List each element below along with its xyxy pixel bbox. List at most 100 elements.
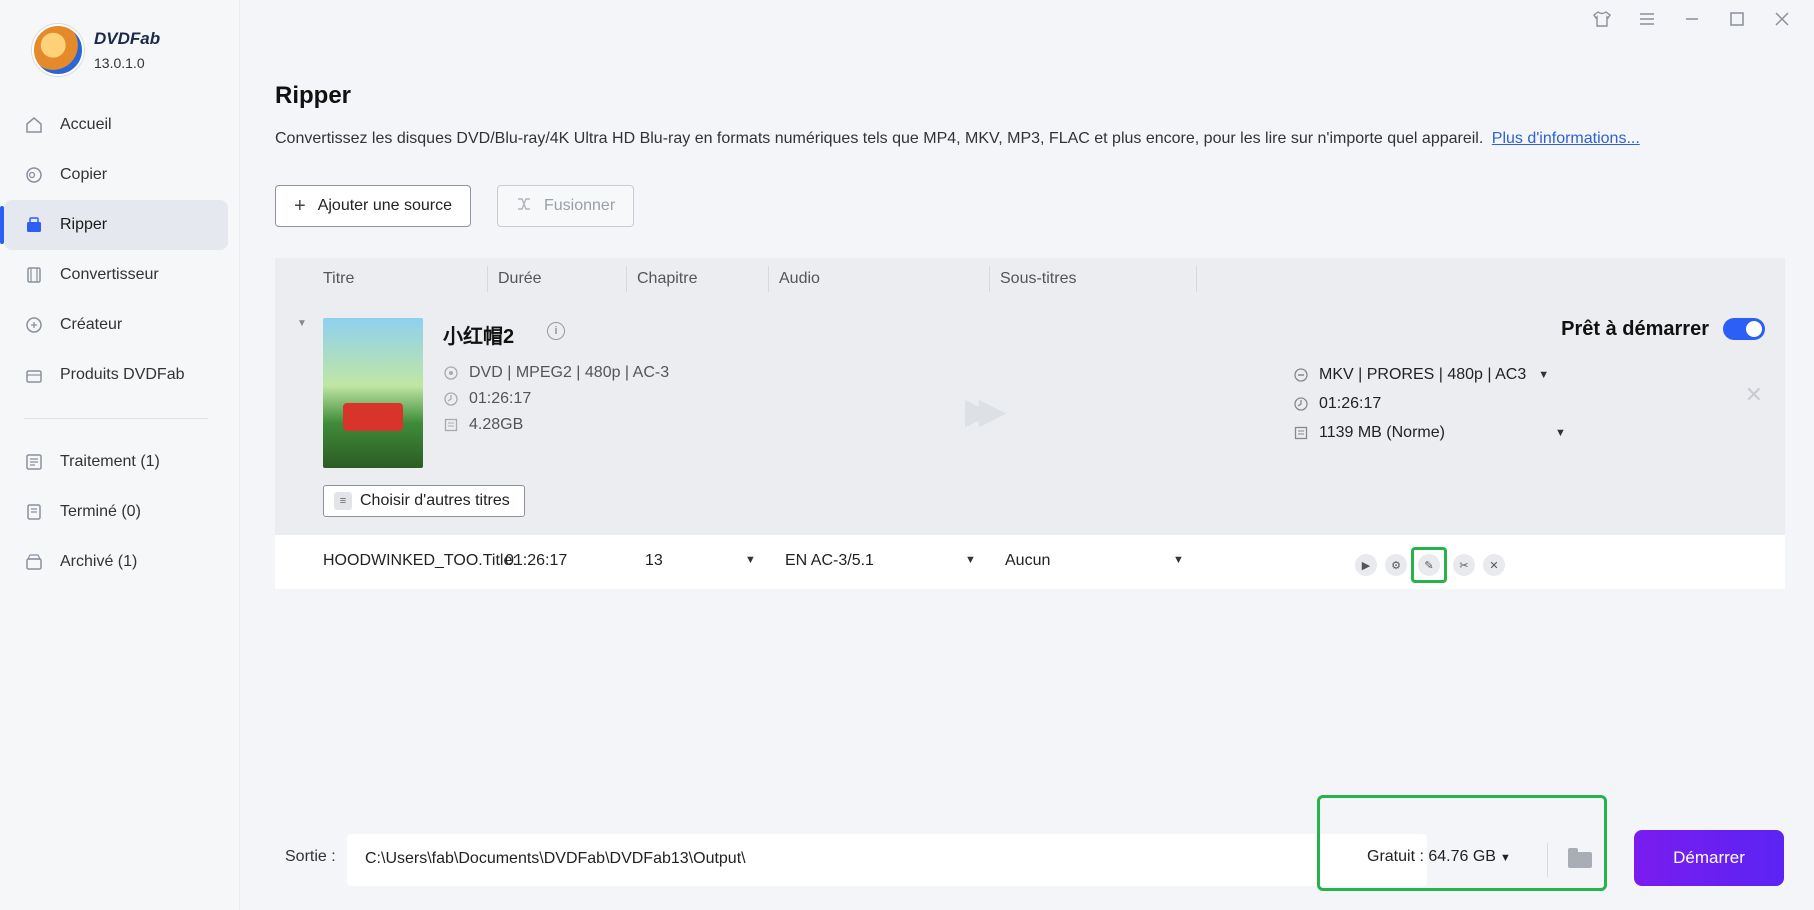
- header-subtitles: Sous-titres: [1000, 270, 1077, 287]
- ripper-icon: [24, 215, 44, 235]
- header-separator: [768, 266, 769, 292]
- page-title: Ripper: [275, 82, 352, 109]
- row-tools: ▶ ⚙ ✎ ✂ ✕: [1355, 547, 1513, 583]
- creator-icon: [24, 315, 44, 335]
- sidebar-item-termine[interactable]: Terminé (0): [4, 487, 228, 537]
- sidebar-item-produits[interactable]: Produits DVDFab: [4, 350, 228, 400]
- header-separator: [626, 266, 627, 292]
- app-version: 13.0.1.0: [94, 55, 145, 71]
- sidebar-item-label: Copier: [60, 166, 108, 183]
- free-space-highlight: [1317, 795, 1607, 891]
- convert-arrow-icon: ▶▶: [965, 390, 1007, 431]
- table-row[interactable]: HOODWINKED_TOO.Title: 01:26:17 13 ▼ EN A…: [275, 535, 1785, 589]
- merge-icon: [516, 195, 532, 218]
- archive-icon: [24, 552, 44, 572]
- clock-icon: [443, 391, 459, 407]
- ready-label: Prêt à démarrer: [1561, 318, 1709, 340]
- edit-highlight: ✎: [1411, 547, 1447, 583]
- sidebar-item-convertisseur[interactable]: Convertisseur: [4, 250, 228, 300]
- sidebar-item-label: Terminé (0): [60, 503, 141, 520]
- sidebar-item-label: Ripper: [60, 216, 108, 233]
- chevron-down-icon: ▼: [1538, 369, 1550, 381]
- play-icon[interactable]: ▶: [1355, 554, 1377, 576]
- info-icon[interactable]: i: [547, 322, 565, 340]
- file-size-icon: [1293, 425, 1309, 441]
- minimize-icon[interactable]: [1669, 8, 1714, 30]
- processing-icon: [24, 452, 44, 472]
- video-format-icon: [1293, 367, 1309, 383]
- chevron-down-icon[interactable]: ▼: [1173, 554, 1184, 566]
- collapse-arrow-icon[interactable]: ▼: [297, 318, 307, 329]
- source-size-text: 4.28GB: [469, 416, 524, 433]
- app-logo: DVDFab 13.0.1.0: [32, 24, 160, 76]
- ready-toggle[interactable]: [1723, 318, 1765, 340]
- add-source-button[interactable]: + Ajouter une source: [275, 185, 471, 227]
- menu-icon[interactable]: [1624, 8, 1669, 30]
- output-path-text: C:\Users\fab\Documents\DVDFab\DVDFab13\O…: [365, 850, 746, 867]
- sidebar-nav: Accueil Copier Ripper Convertisseur Créa…: [0, 100, 240, 587]
- close-icon[interactable]: [1759, 8, 1804, 30]
- sidebar-item-copier[interactable]: Copier: [4, 150, 228, 200]
- shirt-icon[interactable]: [1579, 8, 1624, 30]
- free-space-select[interactable]: Gratuit : 64.76 GB ▼: [1367, 848, 1511, 866]
- output-format[interactable]: MKV | PRORES | 480p | AC3 ▼: [1293, 366, 1549, 384]
- row-title: HOODWINKED_TOO.Title:: [323, 552, 517, 569]
- sidebar-divider: [24, 418, 208, 419]
- audio-select[interactable]: EN AC-3/5.1: [785, 552, 874, 570]
- clock-icon: [1293, 396, 1309, 412]
- finished-icon: [24, 502, 44, 522]
- output-duration-text: 01:26:17: [1319, 395, 1382, 412]
- row-duration: 01:26:17: [505, 552, 568, 569]
- output-size-text: 1139 MB (Norme): [1319, 424, 1445, 441]
- home-icon: [24, 115, 44, 135]
- edit-icon[interactable]: ✎: [1418, 554, 1440, 576]
- sidebar-item-traitement[interactable]: Traitement (1): [4, 437, 228, 487]
- sidebar-item-ripper[interactable]: Ripper: [0, 200, 228, 250]
- converter-icon: [24, 265, 44, 285]
- choose-titles-button[interactable]: ≡ Choisir d'autres titres: [323, 485, 525, 517]
- more-info-link[interactable]: Plus d'informations...: [1492, 130, 1640, 147]
- header-separator: [989, 266, 990, 292]
- settings-icon[interactable]: ⚙: [1385, 554, 1407, 576]
- file-size-icon: [443, 417, 459, 433]
- output-path-field[interactable]: C:\Users\fab\Documents\DVDFab\DVDFab13\O…: [347, 834, 1427, 886]
- source-format: DVD | MPEG2 | 480p | AC-3: [443, 364, 669, 382]
- output-format-text: MKV | PRORES | 480p | AC3: [1319, 366, 1527, 383]
- item-title: 小红帽2: [443, 326, 515, 348]
- sidebar-item-archive[interactable]: Archivé (1): [4, 537, 228, 587]
- merge-button[interactable]: Fusionner: [497, 185, 635, 227]
- close-icon[interactable]: ✕: [1483, 554, 1505, 576]
- list-icon: ≡: [334, 492, 352, 510]
- chapter-select[interactable]: 13: [645, 552, 663, 570]
- chevron-down-icon[interactable]: ▼: [965, 554, 976, 566]
- remove-item-icon[interactable]: ✕: [1745, 382, 1763, 408]
- choose-titles-label: Choisir d'autres titres: [360, 492, 510, 509]
- source-duration: 01:26:17: [443, 390, 531, 408]
- sidebar-item-accueil[interactable]: Accueil: [4, 100, 228, 150]
- start-button[interactable]: Démarrer: [1634, 830, 1784, 886]
- header-duration: Durée: [498, 270, 542, 287]
- sidebar-item-label: Produits DVDFab: [60, 366, 185, 383]
- movie-poster: [323, 318, 423, 468]
- source-duration-text: 01:26:17: [469, 390, 532, 407]
- sidebar-item-label: Accueil: [60, 116, 112, 133]
- sidebar-item-label: Traitement (1): [60, 453, 160, 470]
- separator: [1547, 843, 1548, 877]
- chevron-down-icon: ▼: [1554, 427, 1566, 439]
- subtitles-select[interactable]: Aucun: [1005, 552, 1050, 570]
- titles-table: Titre Durée Chapitre Audio Sous-titres ▼…: [275, 258, 1785, 596]
- header-title: Titre: [323, 270, 355, 287]
- output-size[interactable]: 1139 MB (Norme) ▼: [1293, 424, 1566, 442]
- sidebar-item-label: Créateur: [60, 316, 123, 333]
- sidebar-item-createur[interactable]: Créateur: [4, 300, 228, 350]
- merge-label: Fusionner: [544, 197, 616, 214]
- folder-icon[interactable]: [1568, 848, 1592, 868]
- scissors-icon[interactable]: ✂: [1453, 554, 1475, 576]
- chevron-down-icon[interactable]: ▼: [745, 554, 756, 566]
- products-icon: [24, 365, 44, 385]
- add-source-label: Ajouter une source: [317, 197, 452, 214]
- output-duration: 01:26:17: [1293, 395, 1381, 413]
- maximize-icon[interactable]: [1714, 8, 1759, 30]
- main-panel: Ripper Convertissez les disques DVD/Blu-…: [240, 0, 1814, 910]
- output-label: Sortie :: [285, 848, 336, 865]
